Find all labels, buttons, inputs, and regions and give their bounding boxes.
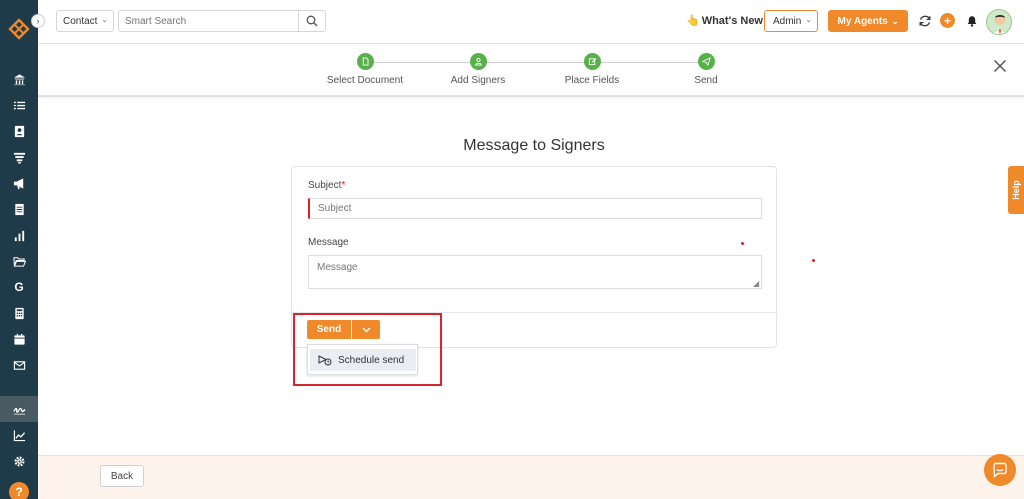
user-avatar[interactable] xyxy=(986,9,1012,35)
calculator-icon xyxy=(14,307,24,319)
sidebar-item-settings[interactable] xyxy=(0,448,38,474)
sidebar-help-icon[interactable]: ? xyxy=(9,482,29,499)
edit-icon xyxy=(583,53,601,70)
step-add-signers[interactable]: Add Signers xyxy=(428,53,528,86)
mail-icon xyxy=(13,360,25,370)
search-button[interactable] xyxy=(298,10,326,32)
topbar: Contact ⌄ 👆What's New Admin ⌄ My Agents … xyxy=(38,0,1024,44)
required-mark: * xyxy=(341,180,346,191)
admin-label: Admin xyxy=(773,15,802,27)
document-stack-icon xyxy=(14,203,24,215)
contact-card-icon xyxy=(14,125,24,137)
pointing-hand-icon: 👆 xyxy=(686,15,700,27)
chat-launcher[interactable] xyxy=(984,454,1016,486)
step-select-document[interactable]: Select Document xyxy=(315,53,415,86)
chevron-down-icon: ⌄ xyxy=(101,15,108,24)
step-label: Send xyxy=(694,75,718,86)
sidebar-item-campaigns[interactable] xyxy=(0,170,38,196)
chevron-down-icon: ⌄ xyxy=(805,15,812,24)
sidebar-collapse-chevron-icon[interactable]: › xyxy=(31,14,45,28)
sidebar-item-contacts[interactable] xyxy=(0,118,38,144)
sidebar-item-calendar[interactable] xyxy=(0,326,38,352)
signature-icon xyxy=(12,407,26,415)
resize-grip-icon[interactable]: ◢ xyxy=(753,279,759,288)
sidebar-item-reports[interactable] xyxy=(0,222,38,248)
step-label: Add Signers xyxy=(450,75,506,86)
highlight-annotation xyxy=(293,313,442,386)
wizard-steps: Select Document Add Signers Place Fields… xyxy=(38,45,1024,97)
contact-type-label: Contact xyxy=(63,15,98,27)
sidebar: G ? xyxy=(0,0,38,499)
document-icon xyxy=(356,53,374,70)
subject-label: Subject* xyxy=(308,180,345,191)
app-logo[interactable] xyxy=(8,18,30,40)
sidebar-item-list[interactable] xyxy=(0,92,38,118)
bell-icon[interactable] xyxy=(966,15,978,27)
bar-chart-icon xyxy=(14,230,24,241)
admin-select[interactable]: Admin ⌄ xyxy=(764,10,818,32)
sidebar-item-esign[interactable] xyxy=(0,396,38,422)
smart-search-input[interactable] xyxy=(118,10,298,32)
sidebar-item-bank[interactable] xyxy=(0,66,38,92)
contact-type-select[interactable]: Contact ⌄ xyxy=(56,10,114,32)
search-icon xyxy=(306,15,318,27)
sidebar-item-calculator[interactable] xyxy=(0,300,38,326)
sidebar-item-mail[interactable] xyxy=(0,352,38,378)
sidebar-item-google[interactable]: G xyxy=(0,274,38,300)
step-place-fields[interactable]: Place Fields xyxy=(542,53,642,86)
marker-dot xyxy=(741,242,744,245)
footer-bar: Back xyxy=(38,454,1024,499)
avatar-person-icon xyxy=(992,15,1008,34)
my-agents-button[interactable]: My Agents ⌄ xyxy=(828,10,908,32)
subject-label-text: Subject xyxy=(308,180,342,191)
google-g-icon: G xyxy=(14,280,24,294)
refresh-icon[interactable] xyxy=(918,14,932,28)
marker-dot xyxy=(812,259,815,262)
funnel-icon xyxy=(13,152,25,164)
chat-icon xyxy=(993,462,1007,478)
step-label: Place Fields xyxy=(564,75,620,86)
paper-plane-icon xyxy=(697,53,715,70)
sidebar-item-folders[interactable] xyxy=(0,248,38,274)
message-textarea[interactable] xyxy=(308,255,762,289)
user-icon xyxy=(469,53,487,70)
megaphone-icon xyxy=(13,177,23,189)
sidebar-item-documents[interactable] xyxy=(0,196,38,222)
help-tab-label: Help xyxy=(1011,180,1022,200)
close-icon[interactable] xyxy=(992,58,1008,74)
whats-new-label: What's New xyxy=(701,15,763,27)
list-icon xyxy=(13,101,25,109)
message-label: Message xyxy=(308,237,349,248)
my-agents-label: My Agents xyxy=(837,15,888,27)
sidebar-item-funnel[interactable] xyxy=(0,144,38,170)
add-new-plus-icon[interactable]: + xyxy=(940,13,955,28)
whats-new-link[interactable]: 👆 What's New xyxy=(686,14,763,27)
back-button[interactable]: Back xyxy=(100,465,144,487)
gear-icon xyxy=(13,455,25,467)
calendar-icon xyxy=(13,333,25,345)
step-send[interactable]: Send xyxy=(656,53,756,86)
subject-input[interactable] xyxy=(308,198,762,219)
help-side-tab[interactable]: Help xyxy=(1008,166,1024,214)
line-chart-icon xyxy=(13,429,25,441)
chevron-down-icon: ⌄ xyxy=(891,16,899,26)
bank-icon xyxy=(13,73,25,85)
page-title: Message to Signers xyxy=(463,137,605,154)
sidebar-item-analytics[interactable] xyxy=(0,422,38,448)
folder-open-icon xyxy=(12,256,26,267)
step-label: Select Document xyxy=(326,75,404,86)
